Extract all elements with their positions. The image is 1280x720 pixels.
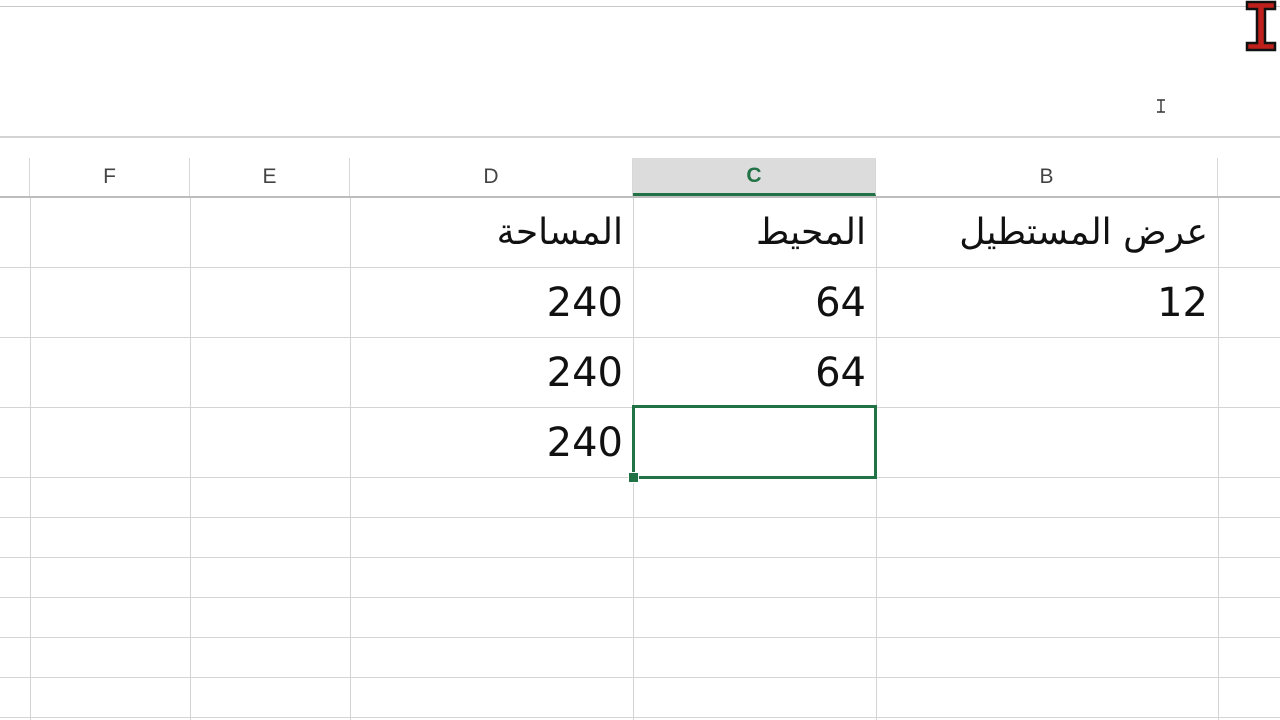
spreadsheet-window: F E D C B عرض المستطيل المحيط المساحة 12…: [0, 0, 1280, 720]
column-header-row: F E D C B: [0, 158, 1280, 196]
cell-d-area-value[interactable]: 240: [350, 268, 633, 337]
cell-b-empty[interactable]: [876, 338, 1218, 407]
gridline: [0, 597, 1280, 598]
column-header-c[interactable]: C: [633, 158, 876, 196]
gridline: [0, 637, 1280, 638]
gridline: [190, 198, 191, 720]
gridline: [30, 198, 31, 720]
gridline: [0, 517, 1280, 518]
column-header-b[interactable]: B: [876, 158, 1218, 196]
cell-c-perimeter-value[interactable]: 64: [633, 338, 876, 407]
cell-d-area-value[interactable]: 240: [350, 408, 633, 477]
formula-bar-border: [0, 136, 1280, 138]
gridline: [0, 557, 1280, 558]
column-header-d[interactable]: D: [350, 158, 633, 196]
cell-c-perimeter-value[interactable]: 64: [633, 268, 876, 337]
text-cursor-icon: [1157, 99, 1165, 113]
column-header-f[interactable]: F: [30, 158, 190, 196]
gridline: [0, 677, 1280, 678]
column-header-e[interactable]: E: [190, 158, 350, 196]
cell-c-perimeter-header[interactable]: المحيط: [633, 198, 876, 267]
cell-b-width-value[interactable]: 12: [876, 268, 1218, 337]
gridline: [1218, 198, 1219, 720]
gridline: [0, 717, 1280, 718]
formula-bar-area[interactable]: [0, 7, 1280, 136]
cell-b-empty[interactable]: [876, 408, 1218, 477]
text-cursor-icon: [1245, 0, 1277, 52]
cell-b-width-header[interactable]: عرض المستطيل: [876, 198, 1218, 267]
column-header-a-partial[interactable]: [1218, 158, 1280, 196]
cell-d-area-value[interactable]: 240: [350, 338, 633, 407]
cell-d-area-header[interactable]: المساحة: [350, 198, 633, 267]
fill-handle[interactable]: [628, 472, 639, 483]
column-header-partial[interactable]: [0, 158, 30, 196]
active-cell-selection[interactable]: [632, 405, 877, 479]
